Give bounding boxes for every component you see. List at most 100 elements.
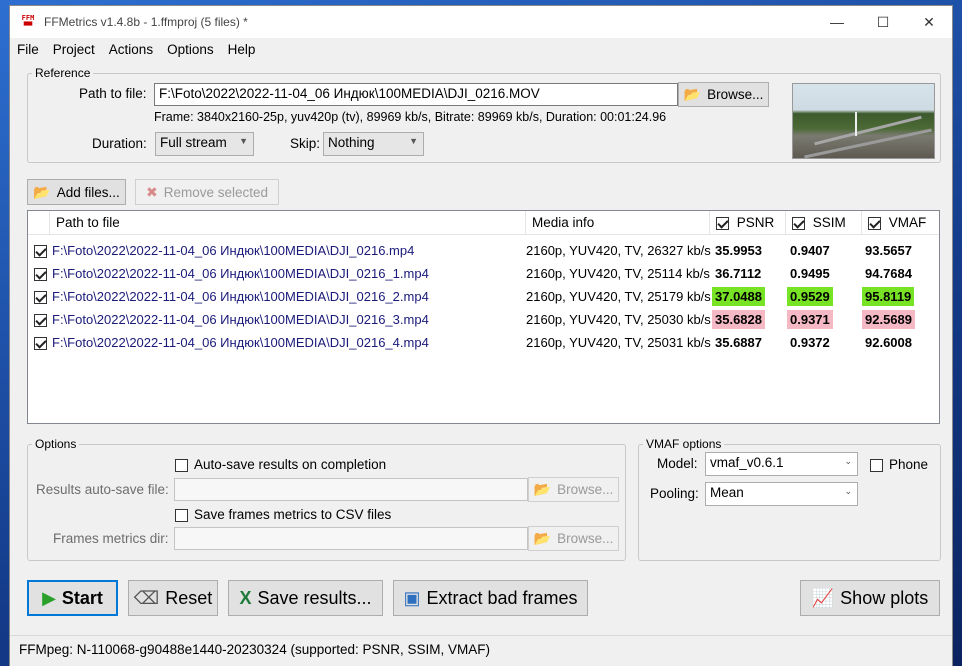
- header-media-info[interactable]: Media info: [526, 211, 710, 235]
- frames-dir-label: Frames metrics dir:: [53, 531, 169, 546]
- row-checkbox[interactable]: [34, 245, 47, 259]
- row-psnr: 35.6887: [715, 335, 762, 350]
- duration-label: Duration:: [92, 136, 147, 151]
- row-path: F:\Foto\2022\2022-11-04_06 Индюк\100MEDI…: [52, 266, 429, 281]
- duration-value: Full stream: [160, 135, 227, 150]
- table-row[interactable]: F:\Foto\2022\2022-11-04_06 Индюк\100MEDI…: [28, 308, 939, 331]
- ssim-header-label: SSIM: [812, 215, 846, 230]
- reset-button[interactable]: ⌫ Reset: [128, 580, 218, 616]
- row-media-info: 2160p, YUV420, TV, 25179 kb/s: [526, 289, 711, 304]
- reference-path-label: Path to file:: [79, 86, 147, 101]
- chevron-down-icon: ▼: [409, 136, 418, 146]
- vmaf-model-label: Model:: [657, 456, 698, 471]
- row-ssim-worst: 0.9371: [787, 310, 833, 329]
- autosave-file-input[interactable]: [174, 478, 528, 501]
- show-plots-button[interactable]: 📈 Show plots: [800, 580, 940, 616]
- vmaf-model-select[interactable]: vmaf_v0.6.1 ⌄: [705, 452, 858, 476]
- excel-icon: X: [239, 587, 252, 608]
- phone-checkbox[interactable]: [870, 457, 883, 473]
- app-window: FFM ▀▀ FFMetrics v1.4.8b - 1.ffmproj (5 f…: [9, 5, 953, 666]
- menu-actions[interactable]: Actions: [102, 42, 160, 57]
- csv-checkbox-label: Save frames metrics to CSV files: [194, 507, 392, 522]
- header-path[interactable]: Path to file: [50, 211, 526, 235]
- header-vmaf[interactable]: VMAF: [862, 211, 939, 235]
- menu-project[interactable]: Project: [46, 42, 102, 57]
- close-button[interactable]: ✕: [906, 6, 952, 38]
- frames-dir-browse-label: Browse...: [557, 531, 614, 546]
- duration-select[interactable]: Full stream ▼: [155, 132, 254, 156]
- psnr-checkbox[interactable]: [716, 216, 729, 230]
- folder-open-icon: 📂: [683, 86, 702, 102]
- row-ssim-best: 0.9529: [787, 287, 833, 306]
- reference-browse-label: Browse...: [707, 87, 764, 102]
- add-files-icon: 📂: [33, 183, 51, 200]
- start-button[interactable]: ▶ Start: [27, 580, 118, 616]
- reference-legend: Reference: [35, 66, 91, 80]
- skip-select[interactable]: Nothing ▼: [323, 132, 424, 156]
- chart-icon: 📈: [811, 587, 835, 608]
- frames-dir-input[interactable]: [174, 527, 528, 550]
- extract-bad-frames-button[interactable]: ▣ Extract bad frames: [393, 580, 588, 616]
- add-files-label: Add files...: [56, 184, 120, 200]
- menu-options[interactable]: Options: [160, 42, 221, 57]
- row-checkbox[interactable]: [34, 268, 47, 282]
- row-checkbox[interactable]: [34, 337, 47, 351]
- row-path: F:\Foto\2022\2022-11-04_06 Индюк\100MEDI…: [52, 289, 429, 304]
- options-legend: Options: [35, 437, 77, 451]
- frames-dir-browse-button[interactable]: 📂 Browse...: [528, 526, 619, 551]
- chevron-down-icon: ▼: [239, 136, 248, 146]
- skip-value: Nothing: [328, 135, 375, 150]
- reference-browse-button[interactable]: 📂 Browse...: [678, 82, 769, 107]
- menu-file[interactable]: File: [10, 42, 46, 57]
- window-title: FFMetrics v1.4.8b - 1.ffmproj (5 files) …: [44, 15, 248, 29]
- row-vmaf: 94.7684: [865, 266, 912, 281]
- start-label: Start: [61, 587, 103, 608]
- row-ssim: 0.9495: [790, 266, 830, 281]
- row-path: F:\Foto\2022\2022-11-04_06 Индюк\100MEDI…: [52, 243, 415, 258]
- menu-help[interactable]: Help: [221, 42, 263, 57]
- reference-path-input[interactable]: F:\Foto\2022\2022-11-04_06 Индюк\100MEDI…: [154, 83, 678, 106]
- skip-label: Skip:: [290, 136, 321, 151]
- autosave-browse-button[interactable]: 📂 Browse...: [528, 477, 619, 502]
- add-files-button[interactable]: 📂 Add files...: [27, 179, 126, 205]
- reset-label: Reset: [165, 587, 213, 608]
- minimize-button[interactable]: —: [814, 6, 860, 38]
- folder-open-icon: 📂: [533, 481, 552, 497]
- phone-checkbox-label: Phone: [889, 457, 929, 472]
- save-results-button[interactable]: X Save results...: [228, 580, 383, 616]
- save-results-label: Save results...: [257, 587, 372, 608]
- row-media-info: 2160p, YUV420, TV, 25114 kb/s: [526, 266, 710, 281]
- remove-icon: ✖: [145, 183, 158, 200]
- maximize-button[interactable]: ☐: [860, 6, 906, 38]
- extract-bad-frames-label: Extract bad frames: [426, 587, 578, 608]
- status-text: FFMpeg: N-110068-g90488e1440-20230324 (s…: [19, 642, 491, 657]
- vmaf-checkbox[interactable]: [868, 216, 881, 230]
- row-checkbox[interactable]: [34, 291, 47, 305]
- psnr-header-label: PSNR: [736, 215, 775, 230]
- remove-selected-button[interactable]: ✖ Remove selected: [135, 179, 279, 205]
- header-ssim[interactable]: SSIM: [786, 211, 862, 235]
- table-row[interactable]: F:\Foto\2022\2022-11-04_06 Индюк\100MEDI…: [28, 285, 939, 308]
- vmaf-pooling-select[interactable]: Mean ⌄: [705, 482, 858, 506]
- table-row[interactable]: F:\Foto\2022\2022-11-04_06 Индюк\100MEDI…: [28, 239, 939, 262]
- row-vmaf-worst: 92.5689: [862, 310, 915, 329]
- header-checkbox-column: [28, 211, 50, 235]
- thumbnail-pole: [855, 112, 857, 136]
- chevron-down-icon: ⌄: [844, 486, 852, 496]
- header-psnr[interactable]: PSNR: [710, 211, 786, 235]
- ssim-checkbox[interactable]: [792, 216, 805, 230]
- play-icon: ▶: [42, 587, 56, 608]
- table-row[interactable]: F:\Foto\2022\2022-11-04_06 Индюк\100MEDI…: [28, 331, 939, 354]
- row-psnr-worst: 35.6828: [712, 310, 765, 329]
- autosave-checkbox[interactable]: [175, 457, 188, 473]
- files-table[interactable]: Path to file Media info PSNR SSIM VMAF F…: [27, 210, 940, 424]
- title-bar: FFM ▀▀ FFMetrics v1.4.8b - 1.ffmproj (5 f…: [10, 6, 952, 38]
- csv-checkbox[interactable]: [175, 507, 188, 523]
- image-export-icon: ▣: [403, 587, 421, 608]
- remove-selected-label: Remove selected: [163, 184, 269, 200]
- row-media-info: 2160p, YUV420, TV, 26327 kb/s: [526, 243, 711, 258]
- row-checkbox[interactable]: [34, 314, 47, 328]
- table-row[interactable]: F:\Foto\2022\2022-11-04_06 Индюк\100MEDI…: [28, 262, 939, 285]
- row-ssim: 0.9372: [790, 335, 830, 350]
- reference-frame-info: Frame: 3840x2160-25p, yuv420p (tv), 8996…: [154, 110, 667, 124]
